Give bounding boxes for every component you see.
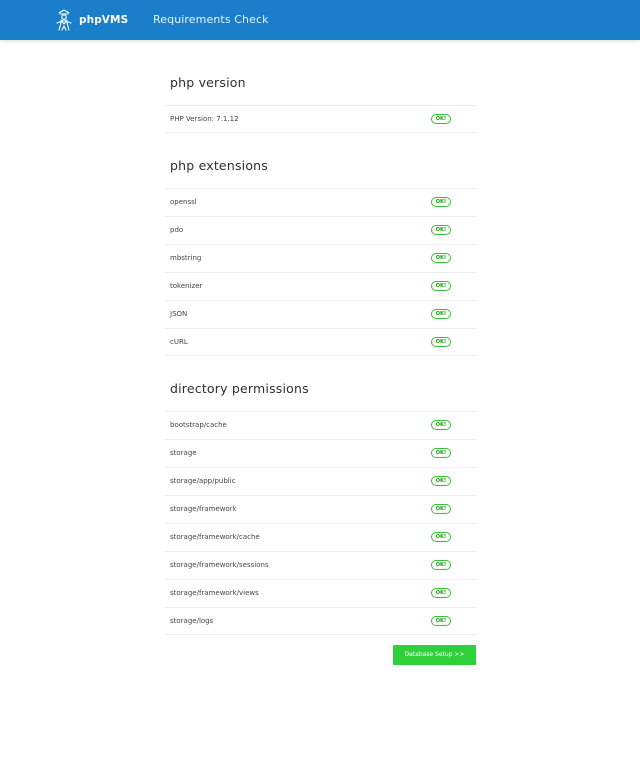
requirement-label: cURL: [170, 338, 188, 346]
requirement-label: storage/framework/views: [170, 589, 259, 597]
section-title-directory-permissions: directory permissions: [170, 381, 309, 396]
list-item: bootstrap/cache OK!: [165, 411, 476, 439]
status-badge: OK!: [431, 337, 451, 347]
status-badge: OK!: [431, 476, 451, 486]
section-title-php-extensions: php extensions: [170, 158, 269, 173]
requirement-label: tokenizer: [170, 282, 203, 290]
status-badge: OK!: [431, 281, 451, 291]
requirement-label: pdo: [170, 226, 184, 234]
status-badge: OK!: [431, 504, 451, 514]
list-item: PHP Version: 7.1.12 OK!: [165, 105, 476, 133]
status-badge: OK!: [431, 420, 451, 430]
list-item: storage/framework/sessions OK!: [165, 551, 476, 579]
status-badge: OK!: [431, 616, 451, 626]
status-badge: OK!: [431, 197, 451, 207]
status-badge: OK!: [431, 114, 451, 124]
status-badge: OK!: [431, 309, 451, 319]
status-badge: OK!: [431, 225, 451, 235]
status-badge: OK!: [431, 253, 451, 263]
list-item: cURL OK!: [165, 328, 476, 356]
list-item: JSON OK!: [165, 300, 476, 328]
status-badge: OK!: [431, 532, 451, 542]
requirement-label: JSON: [170, 310, 188, 318]
status-badge: OK!: [431, 588, 451, 598]
php-version-list: PHP Version: 7.1.12 OK!: [165, 105, 476, 133]
list-item: pdo OK!: [165, 216, 476, 244]
requirement-label: storage: [170, 449, 197, 457]
list-item: mbstring OK!: [165, 244, 476, 272]
list-item: storage/framework/views OK!: [165, 579, 476, 607]
requirement-label: storage/framework: [170, 505, 237, 513]
list-item: tokenizer OK!: [165, 272, 476, 300]
status-badge: OK!: [431, 448, 451, 458]
list-item: storage/logs OK!: [165, 607, 476, 635]
requirement-label: openssl: [170, 198, 197, 206]
database-setup-button[interactable]: Database Setup >>: [393, 645, 476, 665]
php-extensions-list: openssl OK! pdo OK! mbstring OK! tokeniz…: [165, 188, 476, 356]
requirement-label: storage/app/public: [170, 477, 236, 485]
brand-name: phpVMS: [79, 13, 129, 26]
list-item: storage/framework/cache OK!: [165, 523, 476, 551]
list-item: storage/framework OK!: [165, 495, 476, 523]
requirement-label: bootstrap/cache: [170, 421, 227, 429]
directory-permissions-list: bootstrap/cache OK! storage OK! storage/…: [165, 411, 476, 635]
top-navbar: phpVMS Requirements Check: [0, 0, 640, 40]
list-item: openssl OK!: [165, 188, 476, 216]
list-item: storage/app/public OK!: [165, 467, 476, 495]
phpvms-logo-icon: [56, 9, 72, 31]
requirement-label: storage/framework/cache: [170, 533, 260, 541]
requirement-label: PHP Version: 7.1.12: [170, 115, 239, 123]
section-title-php-version: php version: [170, 75, 246, 90]
requirement-label: storage/framework/sessions: [170, 561, 269, 569]
requirement-label: mbstring: [170, 254, 202, 262]
brand[interactable]: phpVMS: [55, 8, 128, 32]
status-badge: OK!: [431, 560, 451, 570]
page-title: Requirements Check: [153, 13, 269, 26]
list-item: storage OK!: [165, 439, 476, 467]
requirement-label: storage/logs: [170, 617, 214, 625]
